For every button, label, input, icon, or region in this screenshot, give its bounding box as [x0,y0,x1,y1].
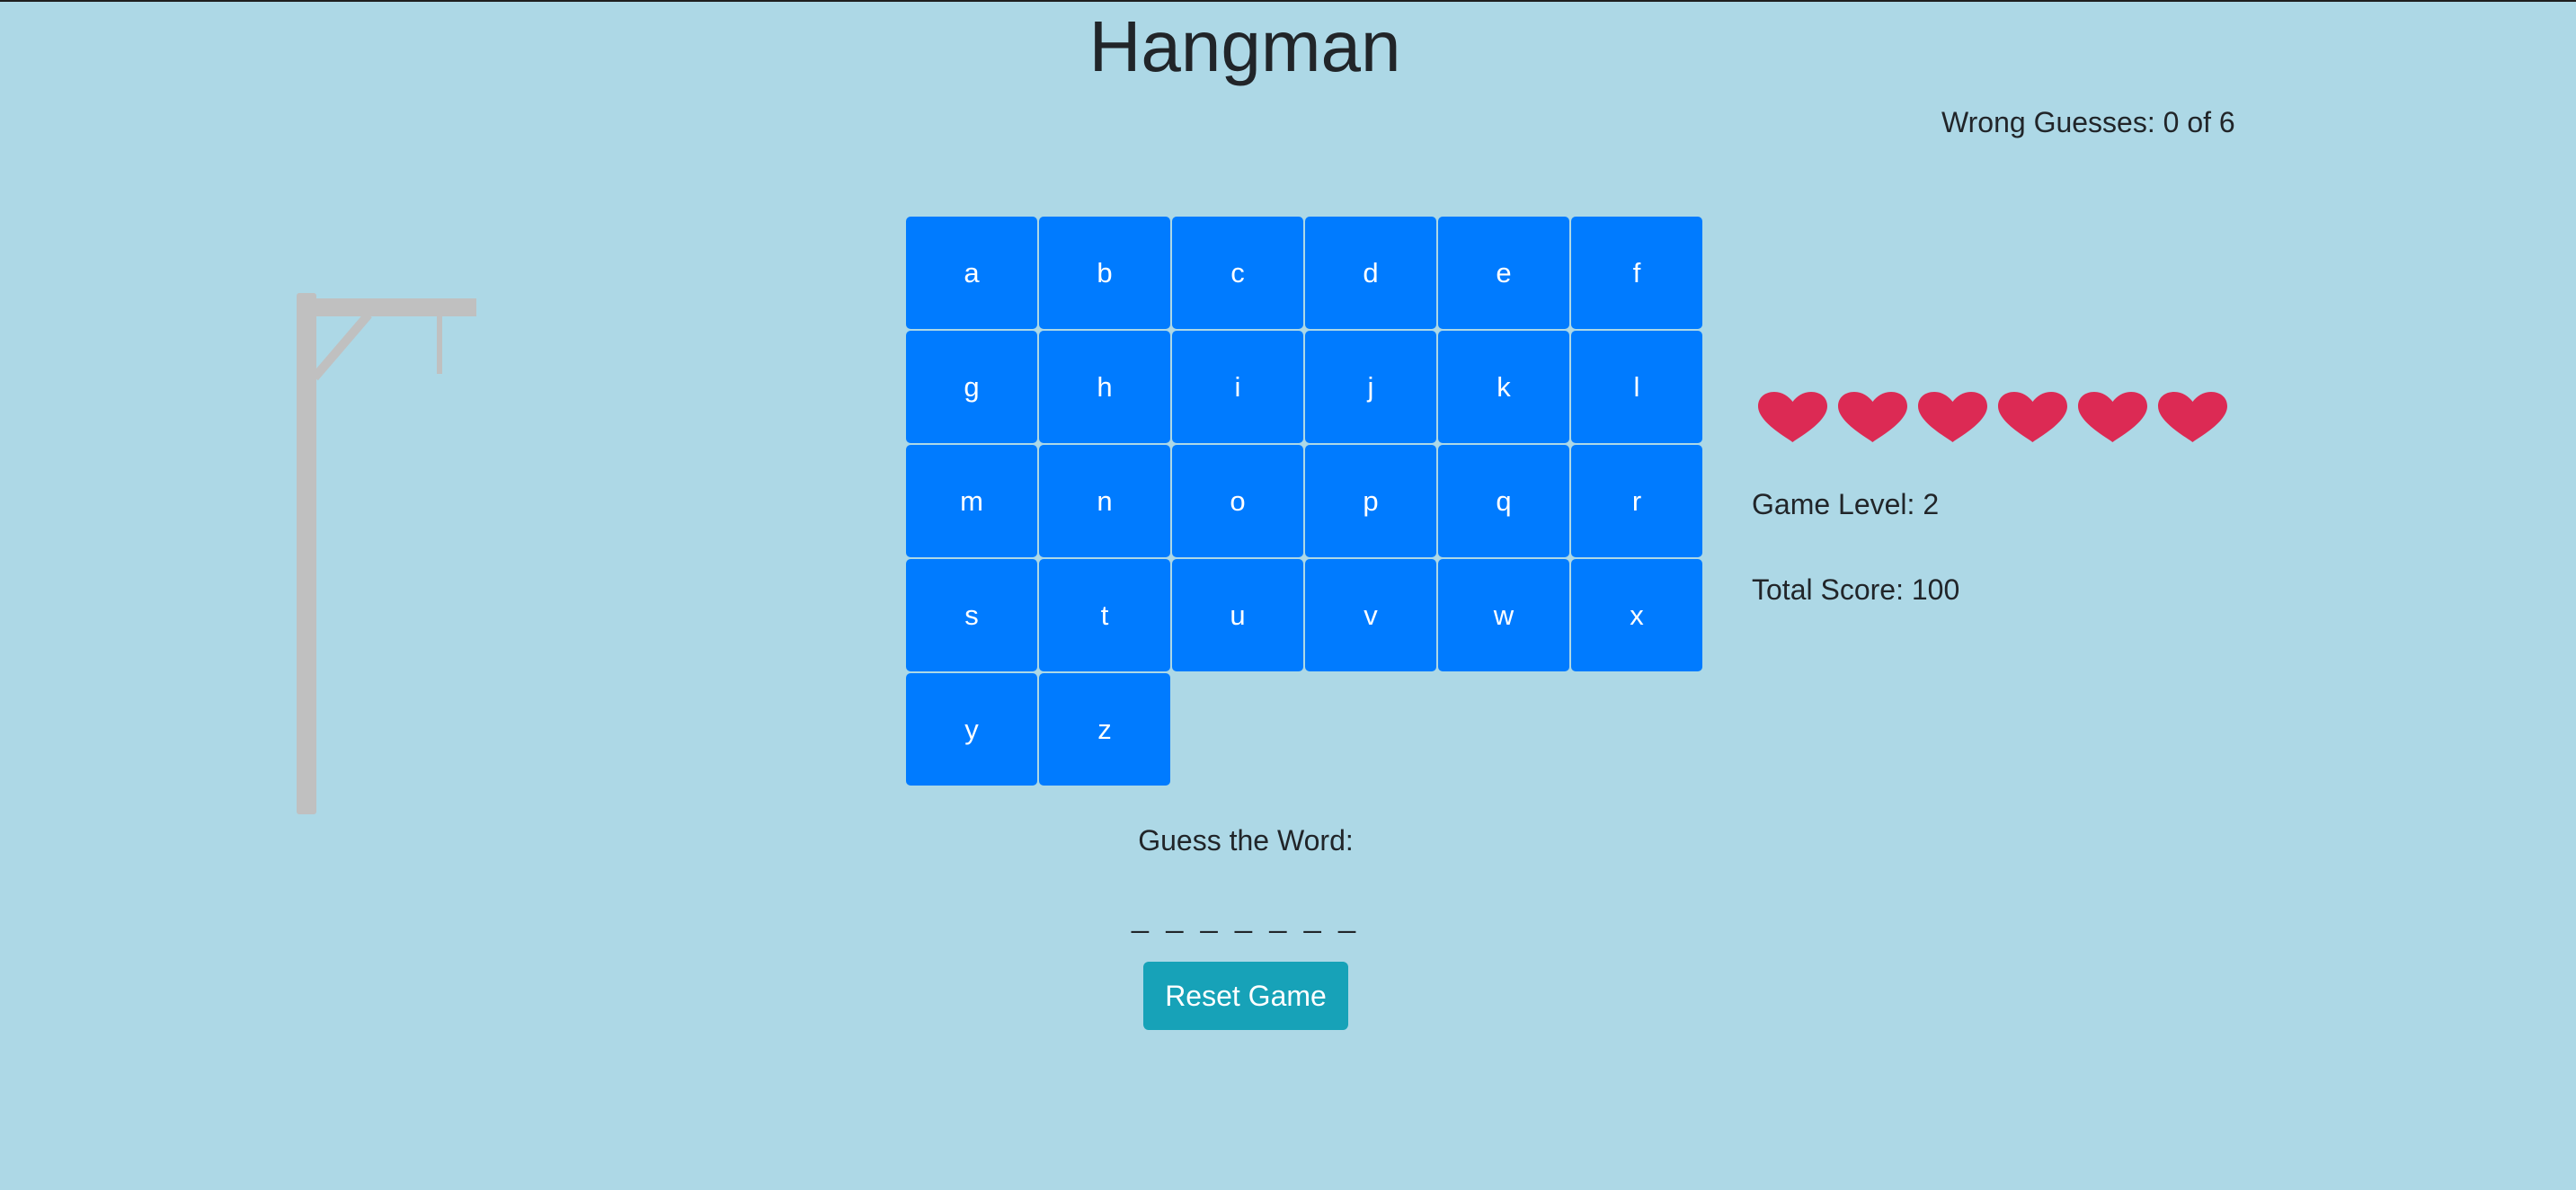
letter-button-z[interactable]: z [1039,673,1170,786]
letter-button-p[interactable]: p [1305,445,1436,557]
heart-icon [1838,392,1907,442]
letter-button-l[interactable]: l [1571,331,1702,443]
letter-button-q[interactable]: q [1438,445,1569,557]
letter-button-j[interactable]: j [1305,331,1436,443]
letter-button-f[interactable]: f [1571,217,1702,329]
gallows-rope [437,315,442,374]
heart-icon [1918,392,1987,442]
reset-game-button[interactable]: Reset Game [1143,962,1348,1030]
letter-button-g[interactable]: g [906,331,1037,443]
total-score: Total Score: 100 [1752,573,1960,606]
letter-button-x[interactable]: x [1571,559,1702,671]
letter-keyboard: abcdef ghijkl mnopqr stuvwx yz [906,217,1704,786]
game-level: Game Level: 2 [1752,488,1940,520]
wrong-guesses-counter: Wrong Guesses: 0 of 6 [1941,106,2235,138]
letter-button-n[interactable]: n [1039,445,1170,557]
letter-button-i[interactable]: i [1172,331,1303,443]
letter-button-m[interactable]: m [906,445,1037,557]
letter-button-k[interactable]: k [1438,331,1569,443]
letter-button-h[interactable]: h [1039,331,1170,443]
letter-button-a[interactable]: a [906,217,1037,329]
letter-button-y[interactable]: y [906,673,1037,786]
gallows-beam [297,298,476,316]
word-blanks: _ _ _ _ _ _ _ [1131,900,1361,934]
guess-prompt: Guess the Word: [1138,824,1354,857]
page-title: Hangman [1088,6,1401,86]
heart-icon [1998,392,2067,442]
letter-button-s[interactable]: s [906,559,1037,671]
letter-button-d[interactable]: d [1305,217,1436,329]
letter-button-t[interactable]: t [1039,559,1170,671]
heart-icon [2078,392,2147,442]
letter-button-u[interactable]: u [1172,559,1303,671]
gallows-drawing [297,293,476,814]
letter-button-w[interactable]: w [1438,559,1569,671]
letter-button-e[interactable]: e [1438,217,1569,329]
heart-icon [1758,392,1827,442]
letter-button-b[interactable]: b [1039,217,1170,329]
letter-button-c[interactable]: c [1172,217,1303,329]
letter-button-r[interactable]: r [1571,445,1702,557]
gallows-post [297,293,316,814]
lives-hearts [1753,386,2233,449]
letter-button-o[interactable]: o [1172,445,1303,557]
letter-button-v[interactable]: v [1305,559,1436,671]
heart-icon [2158,392,2227,442]
window-top-border [0,0,2576,2]
gallows-brace [311,311,372,381]
